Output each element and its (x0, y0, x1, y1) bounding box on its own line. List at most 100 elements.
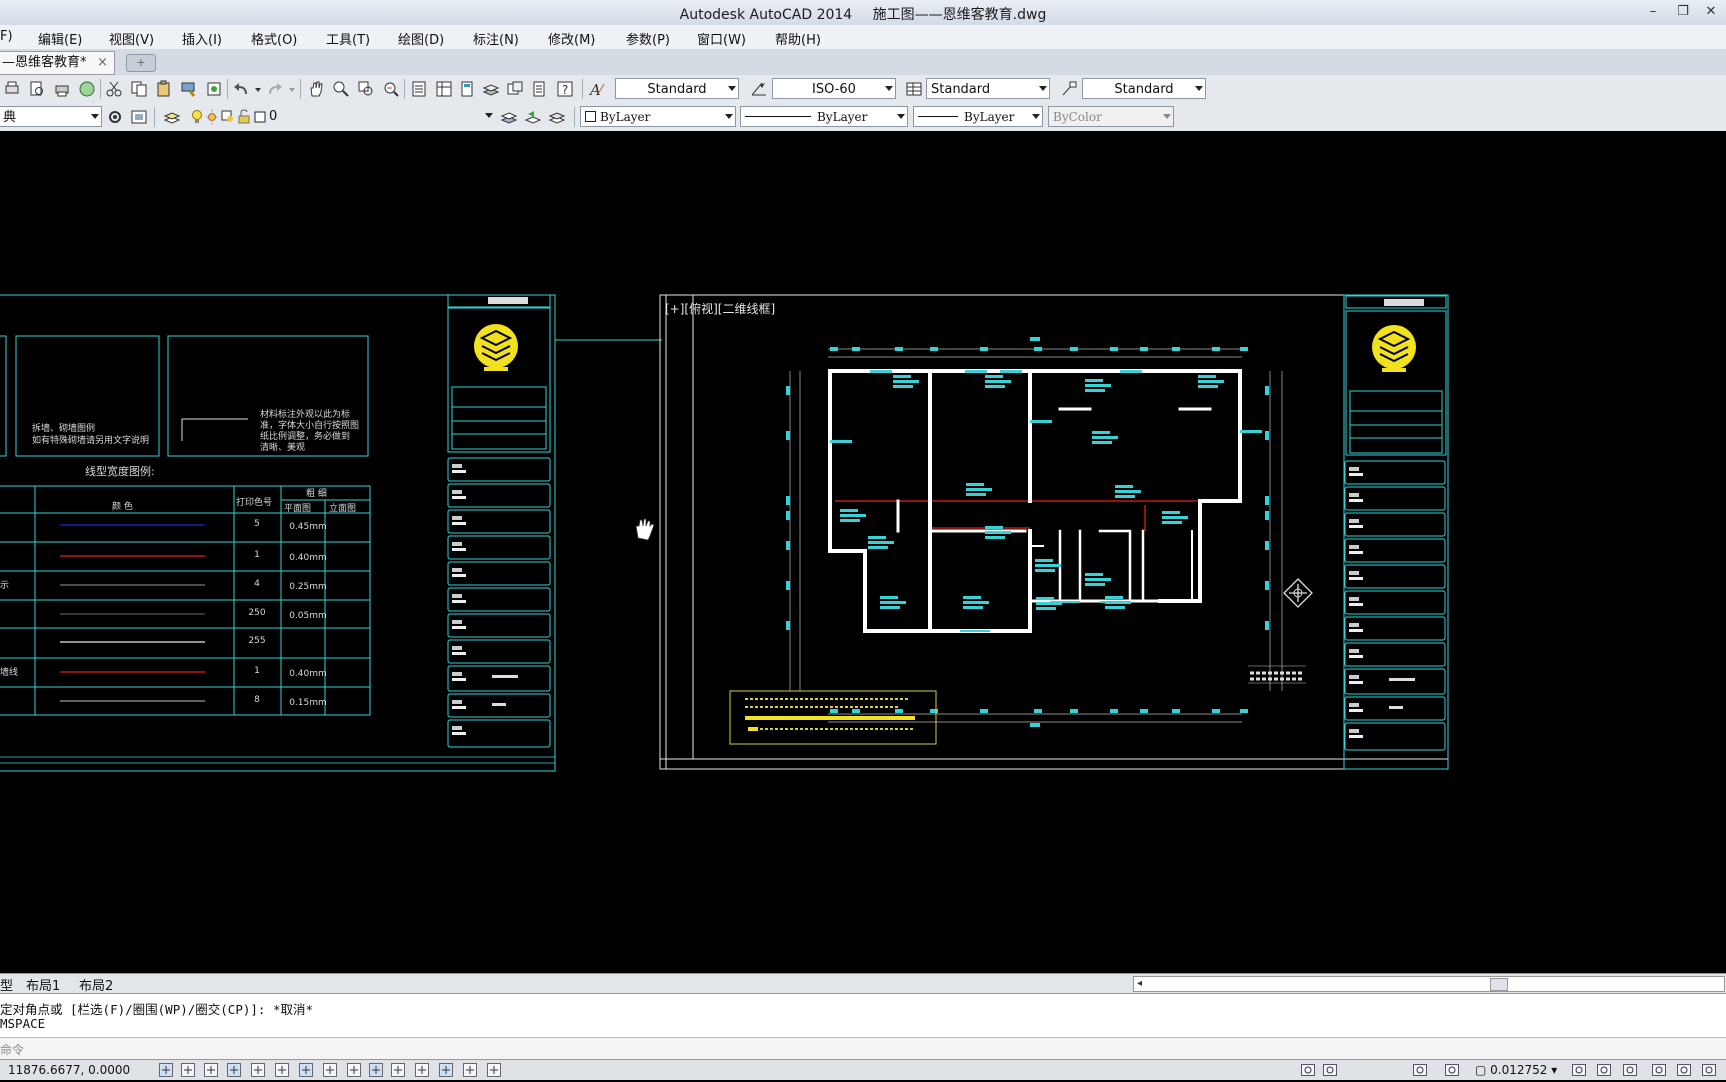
model-space-canvas[interactable]: 拆墙、砌墙图例 如有特殊砌墙请另用文字说明 材料标注外观以此为标 准，字体大小自… (0, 131, 1726, 973)
3d-object-snap-icon[interactable] (298, 1062, 314, 1078)
scrollbar-thumb[interactable] (1490, 978, 1508, 991)
model-space-icon[interactable] (1300, 1062, 1316, 1078)
text-style-icon[interactable]: A (588, 80, 606, 99)
menu-insert[interactable]: 插入(I) (182, 29, 222, 48)
quickcalc-icon[interactable] (530, 80, 548, 98)
snap-mode-icon[interactable] (180, 1062, 196, 1078)
menu-file[interactable]: F) (0, 29, 13, 44)
zoom-window-icon[interactable] (357, 80, 375, 98)
table-style-select[interactable]: Standard (926, 78, 1050, 99)
tab-layout2[interactable]: 布局2 (79, 975, 113, 994)
annotation-auto-scale-icon[interactable] (1596, 1062, 1612, 1078)
markup-set-icon[interactable] (506, 80, 524, 98)
dynamic-input-icon[interactable] (368, 1062, 384, 1078)
grid-display-icon[interactable] (203, 1062, 219, 1078)
menu-view[interactable]: 视图(V) (109, 29, 154, 48)
annotation-visibility-icon[interactable] (1444, 1062, 1460, 1078)
tab-layout1[interactable]: 布局1 (26, 975, 60, 994)
isolate-objects-icon[interactable] (1676, 1062, 1692, 1078)
text-style-select[interactable]: Standard (615, 78, 739, 99)
publish-icon[interactable] (78, 80, 96, 98)
properties-icon[interactable] (410, 80, 428, 98)
layer-select[interactable]: 0 (265, 106, 495, 127)
undo-dropdown-icon[interactable] (249, 80, 261, 98)
workspace-select[interactable]: 典 (0, 106, 102, 127)
minimize-button[interactable]: – (1640, 3, 1666, 21)
transparency-icon[interactable] (414, 1062, 430, 1078)
table-style-icon[interactable] (905, 80, 923, 98)
workspace-settings-icon[interactable] (106, 108, 124, 126)
layer-state-icon[interactable] (548, 108, 566, 126)
object-snap-tracking-icon[interactable] (322, 1062, 338, 1078)
copy-icon[interactable] (130, 80, 148, 98)
annotation-scale[interactable]: ▢ 0.012752 ▾ (1475, 1063, 1557, 1077)
help-icon[interactable]: ? (556, 80, 574, 98)
sheet-set-icon[interactable] (482, 80, 500, 98)
ortho-mode-icon[interactable] (226, 1062, 242, 1078)
menu-dimension[interactable]: 标注(N) (473, 29, 519, 48)
print-preview-icon[interactable] (28, 80, 46, 98)
plotstyle-select[interactable]: ByColor (1048, 106, 1174, 127)
zoom-realtime-icon[interactable] (332, 80, 350, 98)
scroll-left-icon[interactable]: ◂ (1137, 978, 1142, 989)
close-window-button[interactable]: ✕ (1698, 3, 1724, 21)
menu-edit[interactable]: 编辑(E) (38, 29, 82, 48)
navigation-compass-icon[interactable] (1283, 578, 1313, 608)
dynamic-ucs-icon[interactable] (346, 1062, 362, 1078)
menu-window[interactable]: 窗口(W) (697, 29, 746, 48)
redo-icon[interactable] (265, 80, 283, 98)
dim-style-select[interactable]: ISO-60 (772, 78, 896, 99)
maximize-button[interactable]: ❐ (1670, 3, 1696, 21)
menu-format[interactable]: 格式(O) (251, 29, 297, 48)
linetype-select[interactable]: ByLayer (740, 106, 908, 127)
print-icon[interactable] (3, 80, 21, 98)
quick-view-layouts-icon[interactable] (1322, 1062, 1338, 1078)
layer-on-icon[interactable] (188, 108, 202, 126)
workspace-switch-icon[interactable] (1571, 1062, 1587, 1078)
menu-help[interactable]: 帮助(H) (775, 29, 821, 48)
zoom-previous-icon[interactable] (382, 80, 400, 98)
new-tab-button[interactable]: + (126, 54, 156, 72)
pan-hand-icon[interactable] (307, 80, 325, 98)
command-line[interactable]: 命令 (0, 1037, 1726, 1061)
layer-previous-icon[interactable] (524, 108, 542, 126)
multileader-style-icon[interactable] (1060, 80, 1078, 98)
design-center-icon[interactable] (435, 80, 453, 98)
cut-icon[interactable] (105, 80, 123, 98)
match-properties-icon[interactable] (180, 80, 198, 98)
customize-icon[interactable] (130, 108, 148, 126)
paste-icon[interactable] (155, 80, 173, 98)
plot-icon[interactable] (53, 80, 71, 98)
multileader-style-select[interactable]: Standard (1082, 78, 1206, 99)
layer-properties-icon[interactable] (163, 108, 181, 126)
menu-tools[interactable]: 工具(T) (326, 29, 370, 48)
infer-constraints-icon[interactable] (158, 1062, 174, 1078)
viewport-label[interactable]: [+][俯视][二维线框] (665, 301, 775, 316)
tab-model[interactable]: 型 (0, 975, 13, 994)
menu-draw[interactable]: 绘图(D) (398, 29, 444, 48)
tool-palettes-icon[interactable] (458, 80, 476, 98)
close-tab-icon[interactable]: × (97, 52, 108, 74)
menu-modify[interactable]: 修改(M) (548, 29, 595, 48)
lock-toolbar-icon[interactable] (1622, 1062, 1638, 1078)
color-select[interactable]: ByLayer (580, 106, 736, 127)
redo-dropdown-icon[interactable] (283, 80, 295, 98)
dim-style-icon[interactable] (750, 80, 768, 98)
lineweight-icon[interactable] (390, 1062, 406, 1078)
hardware-acceleration-icon[interactable] (1651, 1062, 1667, 1078)
quick-view-drawings-icon[interactable] (1412, 1062, 1428, 1078)
clean-screen-icon[interactable] (1701, 1062, 1717, 1078)
selection-cycling-icon[interactable] (462, 1062, 478, 1078)
layer-thaw-icon[interactable] (203, 108, 218, 126)
cursor-coordinates[interactable]: 11876.6677, 0.0000 (8, 1063, 130, 1077)
block-editor-icon[interactable] (205, 80, 223, 98)
object-snap-icon[interactable] (274, 1062, 290, 1078)
quick-properties-icon[interactable] (438, 1062, 454, 1078)
layer-unlock-icon[interactable] (235, 108, 250, 126)
make-current-layer-icon[interactable] (500, 108, 518, 126)
lineweight-select[interactable]: ByLayer (913, 106, 1043, 127)
layer-vp-freeze-icon[interactable] (219, 108, 233, 126)
annotation-monitor-icon[interactable] (486, 1062, 502, 1078)
menu-parametric[interactable]: 参数(P) (626, 29, 670, 48)
horizontal-scrollbar[interactable]: ◂ (1133, 976, 1725, 992)
